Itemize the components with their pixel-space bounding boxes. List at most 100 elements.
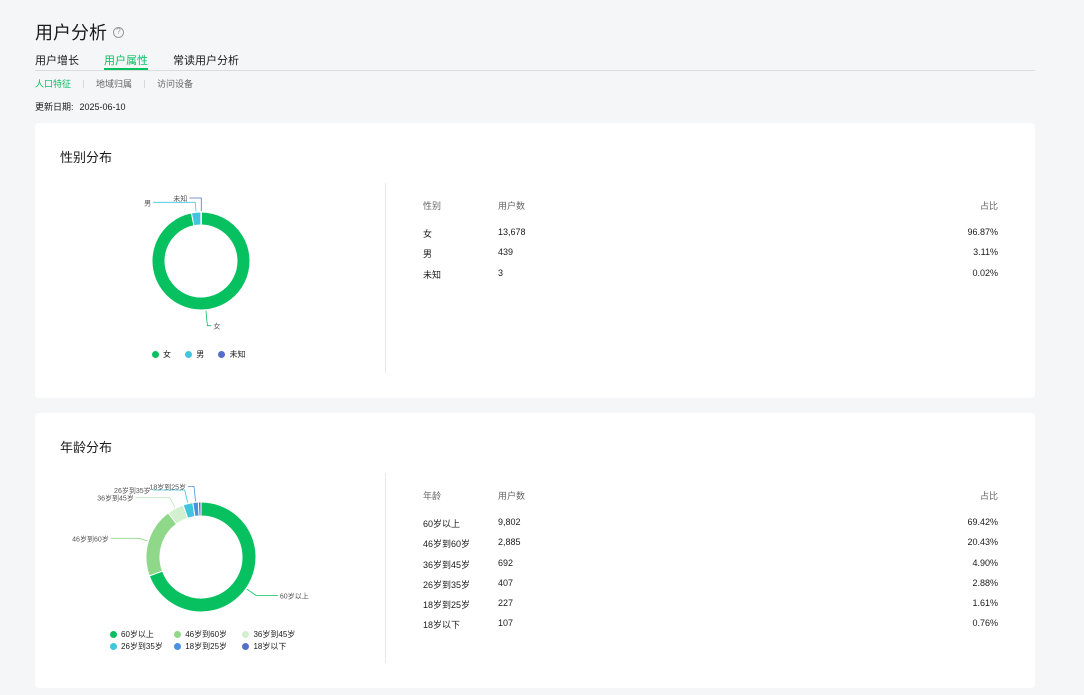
- col-header: 用户数: [498, 201, 526, 211]
- legend-label: 46岁到60岁: [185, 630, 228, 639]
- legend-item-unknown[interactable]: 未知: [218, 349, 245, 360]
- legend-label: 36岁到45岁: [253, 630, 296, 639]
- cell-pct: 2.88%: [972, 577, 998, 588]
- legend-dot: [174, 643, 182, 650]
- slice-label: 36岁到45岁: [97, 494, 134, 503]
- legend-item-36-45[interactable]: 36岁到45岁: [242, 629, 295, 640]
- leader-line: [110, 537, 148, 542]
- donut-slice[interactable]: [200, 211, 203, 226]
- col-header: 年龄: [423, 491, 442, 501]
- legend-dot: [110, 643, 117, 650]
- table-header: 年龄 用户数 占比: [423, 489, 998, 517]
- table-row: 女 13,678 96.87%: [423, 227, 998, 247]
- legend-label: 18岁到25岁: [185, 642, 228, 651]
- legend-item-60plus[interactable]: 60岁以上: [110, 629, 172, 640]
- col-header: 用户数: [498, 491, 526, 501]
- table-row: 18岁以下 107 0.76%: [423, 618, 998, 638]
- subtab-demographics[interactable]: 人口特征: [35, 77, 71, 90]
- age-table: 年龄 用户数 占比 60岁以上 9,802 69.42% 46岁到60岁 2,8…: [423, 489, 998, 639]
- table-row: 男 439 3.11%: [423, 247, 998, 267]
- cell-name: 26岁到35岁: [423, 579, 471, 590]
- cell-pct: 0.02%: [972, 267, 998, 278]
- sub-tabs: 人口特征 地域归属 访问设备: [35, 77, 193, 90]
- subtab-divider: [144, 79, 146, 88]
- legend-label: 26岁到35岁: [121, 642, 163, 651]
- legend-dot: [218, 351, 226, 358]
- table-row: 18岁到25岁 227 1.61%: [423, 598, 998, 618]
- legend-item-under18[interactable]: 18岁以下: [242, 641, 286, 652]
- card-divider: [385, 473, 386, 663]
- table-row: 60岁以上 9,802 69.42%: [423, 517, 998, 537]
- gender-table: 性别 用户数 占比 女 13,678 96.87% 男 439 3.11% 未知…: [423, 199, 998, 288]
- cell-count: 439: [498, 247, 514, 258]
- cell-count: 2,885: [498, 537, 521, 548]
- donut-slice[interactable]: [197, 501, 202, 517]
- cell-pct: 4.90%: [972, 557, 998, 568]
- table-row: 26岁到35岁 407 2.88%: [423, 578, 998, 598]
- slice-label: 46岁到60岁: [72, 534, 109, 543]
- subtab-divider: [83, 79, 85, 88]
- slice-label: 未知: [173, 194, 187, 203]
- slice-label: 女: [213, 322, 220, 331]
- legend-dot: [185, 351, 193, 358]
- gender-card: 性别分布 女男未知 女 男 未知 性别 用户数 占比 女 13,678 96.8…: [35, 123, 1035, 398]
- cell-name: 60岁以上: [423, 519, 461, 529]
- cell-pct: 96.87%: [967, 227, 998, 237]
- cell-count: 692: [498, 557, 514, 568]
- legend-dot: [242, 643, 250, 650]
- legend-label: 女: [163, 350, 171, 359]
- leader-line: [246, 588, 278, 596]
- page-title-text: 用户分析: [35, 23, 107, 43]
- table-row: 未知 3 0.02%: [423, 268, 998, 288]
- cell-name: 男: [423, 249, 433, 260]
- leader-line: [135, 497, 176, 508]
- age-card: 年龄分布 60岁以上 46岁到60岁 36岁到45岁 26岁到35岁 18岁到25岁 6…: [35, 413, 1035, 688]
- subtab-region[interactable]: 地域归属: [96, 77, 132, 90]
- leader-line: [152, 489, 189, 503]
- cell-name: 18岁到25岁: [423, 600, 471, 611]
- legend-item-18-25[interactable]: 18岁到25岁: [174, 641, 240, 652]
- card-divider: [385, 183, 386, 373]
- age-legend: 60岁以上 46岁到60岁 36岁到45岁 26岁到35岁 18岁到25岁 18…: [110, 629, 330, 653]
- legend-item-female[interactable]: 女: [152, 349, 171, 360]
- tab-user-growth[interactable]: 用户增长: [35, 52, 79, 70]
- cell-name: 18岁以下: [423, 620, 461, 631]
- cell-count: 227: [498, 598, 514, 609]
- slice-label: 男: [144, 199, 151, 207]
- legend-dot: [242, 631, 250, 638]
- page-title: 用户分析 ?: [35, 19, 124, 45]
- legend-dot: [110, 631, 117, 638]
- cell-count: 9,802: [498, 517, 521, 527]
- cell-pct: 69.42%: [967, 517, 998, 527]
- legend-dot: [174, 631, 182, 638]
- donut-slice[interactable]: [151, 211, 251, 311]
- subtab-device[interactable]: 访问设备: [157, 77, 193, 90]
- table-row: 36岁到45岁 692 4.90%: [423, 558, 998, 578]
- legend-label: 60岁以上: [121, 630, 154, 639]
- slice-label: 60岁以上: [280, 591, 309, 600]
- legend-dot: [152, 351, 159, 358]
- update-date-value: 2025-06-10: [79, 102, 126, 112]
- leader-line: [205, 310, 212, 327]
- col-header: 占比: [979, 201, 998, 211]
- update-date-label: 更新日期:: [35, 102, 74, 112]
- cell-count: 407: [498, 577, 514, 588]
- legend-item-26-35[interactable]: 26岁到35岁: [110, 641, 172, 652]
- update-date: 更新日期: 2025-06-10: [35, 100, 126, 113]
- question-circle-icon[interactable]: ?: [113, 26, 124, 38]
- slice-label: 18岁到25岁: [149, 482, 186, 491]
- col-header: 占比: [979, 491, 998, 501]
- cell-pct: 20.43%: [967, 537, 998, 548]
- table-header: 性别 用户数 占比: [423, 199, 998, 227]
- leader-line: [188, 485, 196, 502]
- tab-user-attributes[interactable]: 用户属性: [104, 52, 148, 70]
- cell-name: 46岁到60岁: [423, 539, 471, 550]
- col-header: 性别: [423, 201, 442, 211]
- legend-item-male[interactable]: 男: [185, 349, 204, 360]
- legend-label: 18岁以下: [253, 642, 287, 651]
- cell-name: 女: [423, 229, 433, 239]
- legend-item-46-60[interactable]: 46岁到60岁: [174, 629, 240, 640]
- cell-pct: 3.11%: [973, 247, 998, 258]
- donut-slice[interactable]: [145, 512, 178, 577]
- tab-frequent-readers[interactable]: 常读用户分析: [173, 52, 239, 70]
